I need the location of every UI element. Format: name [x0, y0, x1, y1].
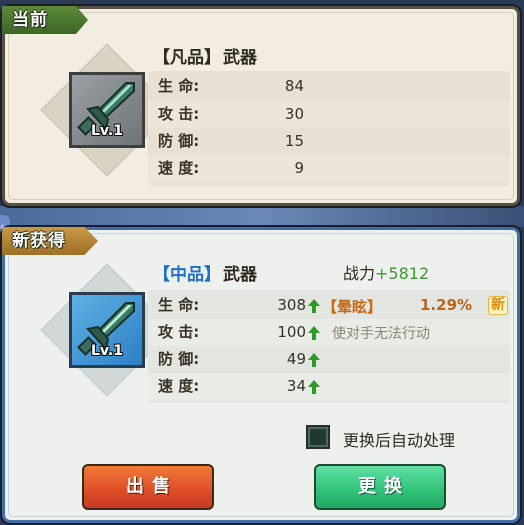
stat-value: 49 [286, 350, 306, 368]
stat-value: 308 [277, 296, 306, 314]
new-stats-table: 生 命: 308 攻 击: 100 防 御: 49 速 度: 34 【晕眩】 1… [148, 290, 510, 403]
stat-value: 30 [284, 105, 304, 123]
stat-label: 生 命: [158, 77, 200, 95]
up-arrow-icon [308, 353, 320, 367]
item-type: 武器 [223, 265, 257, 285]
stat-label: 防 御: [158, 132, 200, 150]
stat-value: 9 [294, 159, 304, 177]
skill-description: 使对手无法行动 [332, 326, 430, 342]
background-strip [0, 206, 524, 227]
stat-label: 攻 击: [158, 323, 200, 341]
stat-label: 生 命: [158, 296, 200, 314]
skill-name: 【晕眩】 [322, 298, 383, 316]
stat-row: 攻 击: 30 [148, 101, 510, 128]
stat-row: 速 度: 9 [148, 155, 510, 182]
stat-row: 速 度: 34 [148, 373, 510, 400]
stat-value: 84 [284, 77, 304, 95]
power-label: 战力 [343, 264, 376, 283]
item-icon-tile: Lv.1 [69, 292, 145, 368]
item-quality: 【凡品】 [153, 48, 221, 68]
new-equipment-panel: 新获得 Lv.1 【中品】 武器 战力+5812 生 命: 308 攻 击: 10… [2, 227, 520, 523]
stat-label: 防 御: [158, 350, 200, 368]
power-value: +5812 [375, 264, 430, 283]
new-item-name: 【中品】 武器 [153, 260, 257, 285]
current-item-slot[interactable]: Lv.1 [40, 43, 174, 177]
current-header: 当前 [2, 6, 88, 34]
current-equipment-panel: 当前 Lv.1 【凡品】武器 生 命: 84 攻 击: 30 防 御: 15 [2, 6, 520, 206]
stat-row: 防 御: 15 [148, 128, 510, 155]
stat-row: 攻 击: 100 [148, 319, 510, 346]
up-arrow-icon [308, 326, 320, 340]
stat-label: 速 度: [158, 159, 200, 177]
item-level: Lv.1 [91, 343, 123, 359]
auto-process-checkbox[interactable] [306, 425, 330, 449]
stat-label: 攻 击: [158, 105, 200, 123]
stat-value: 15 [284, 132, 304, 150]
new-item-slot[interactable]: Lv.1 [40, 263, 174, 397]
item-level: Lv.1 [91, 123, 123, 139]
stat-row: 生 命: 84 [148, 73, 510, 100]
up-arrow-icon [308, 299, 320, 313]
sell-button[interactable]: 出售 [82, 464, 214, 510]
item-icon-tile: Lv.1 [69, 72, 145, 148]
item-quality: 【中品】 [153, 265, 221, 285]
stat-value: 100 [277, 323, 306, 341]
stat-row: 防 御: 49 [148, 346, 510, 373]
skill-chance: 1.29% [420, 296, 473, 314]
current-item-name: 【凡品】 武器 [153, 43, 257, 68]
combat-power: 战力+5812 [343, 260, 429, 284]
stat-value: 34 [286, 377, 306, 395]
new-skill-badge: 新 [488, 296, 508, 315]
current-stats-table: 生 命: 84 攻 击: 30 防 御: 15 速 度: 9 [148, 71, 510, 186]
stat-label: 速 度: [158, 377, 200, 395]
item-type: 武器 [223, 48, 257, 68]
up-arrow-icon [308, 380, 320, 394]
auto-process-label[interactable]: 更换后自动处理 [343, 427, 455, 451]
swap-button[interactable]: 更换 [314, 464, 446, 510]
new-item-header: 新获得 [2, 227, 98, 255]
